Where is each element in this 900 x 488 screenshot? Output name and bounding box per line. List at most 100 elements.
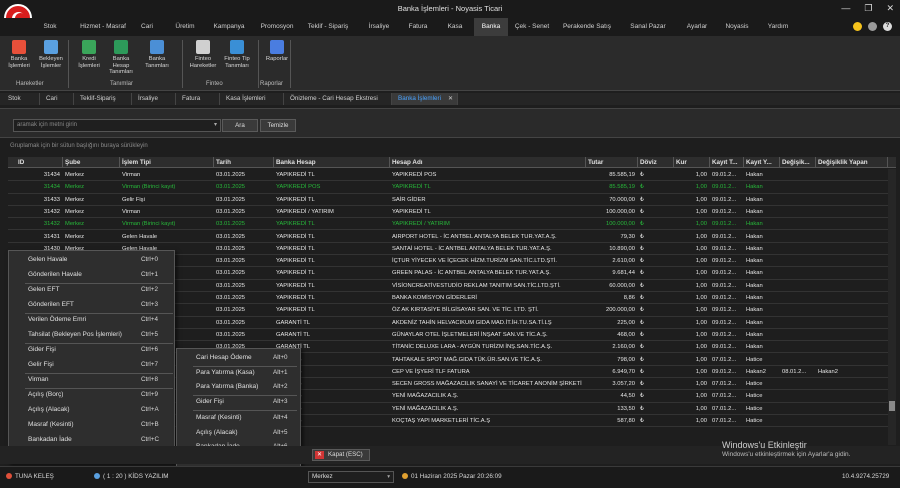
context-menu-item-9[interactable]: Açılış (Borç) Ctrl+9 <box>9 388 174 402</box>
column-header-5[interactable]: Hesap Adı <box>390 157 586 168</box>
cell-5: CEP VE İŞYERİ TLF FATURA <box>392 368 470 375</box>
column-header-11[interactable]: Değişik... <box>780 157 816 168</box>
context-menu-item-11[interactable]: Masraf (Kesinti) Ctrl+B <box>9 418 174 432</box>
table-row[interactable]: 31434 Merkez Virman 03.01.2025 YAPIKREDİ TL Y… <box>8 169 888 182</box>
column-header-0[interactable]: ID <box>16 157 63 168</box>
column-header-8[interactable]: Kur <box>674 157 710 168</box>
context-menu-item-1[interactable]: Gönderilen Havale Ctrl+1 <box>9 268 174 282</box>
context-menu-item-5[interactable]: Tahsilat (Bekleyen Pos İşlemleri) Ctrl+5 <box>9 328 174 342</box>
scrollbar-thumb[interactable] <box>889 401 895 411</box>
menu-tab-11[interactable]: Çek - Senet <box>510 18 554 36</box>
ribbon-button-1[interactable]: Bekleyen İşlemler <box>34 40 68 69</box>
branch-select[interactable]: Merkez ▾ <box>308 471 394 483</box>
submenu-item-4[interactable]: Masraf (Kesinti) Alt+4 <box>177 411 300 425</box>
context-menu-item-6[interactable]: Gider Fişi Ctrl+6 <box>9 343 174 357</box>
submenu-item-0[interactable]: Cari Hesap Ödeme Alt+0 <box>177 351 300 365</box>
column-header-12[interactable]: Değişiklik Yapan <box>816 157 888 168</box>
menu-item-label: Gelen EFT <box>28 286 60 293</box>
menu-tab-14[interactable]: Ayarlar <box>680 18 714 36</box>
context-menu-item-2[interactable]: Gelen EFT Ctrl+2 <box>9 283 174 297</box>
menu-tab-13[interactable]: Sanal Pazar <box>622 18 674 36</box>
menu-tab-8[interactable]: Fatura <box>402 18 434 36</box>
cell-10: Hakan <box>746 233 763 240</box>
search-button[interactable]: Ara <box>222 119 258 132</box>
chevron-down-icon[interactable]: ▾ <box>214 120 217 131</box>
menu-tab-15[interactable]: Noyasis <box>720 18 754 36</box>
doc-tab-5[interactable]: Kasa İşlemleri <box>220 93 284 105</box>
restore-button[interactable]: ❐ <box>864 3 872 14</box>
table-row[interactable]: 31432 Merkez Virman 03.01.2025 YAPIKREDİ / Y… <box>8 206 888 219</box>
theme-icon[interactable] <box>868 22 877 31</box>
cell-4: YAPIKREDİ TL <box>276 307 315 314</box>
submenu-item-2[interactable]: Para Yatırma (Banka) Alt+2 <box>177 380 300 394</box>
column-header-7[interactable]: Döviz <box>638 157 674 168</box>
menu-tab-2[interactable]: Cari <box>132 18 162 36</box>
submenu-item-5[interactable]: Açılış (Alacak) Alt+5 <box>177 426 300 440</box>
ribbon-button-7[interactable]: Raporlar <box>260 40 294 63</box>
table-row[interactable]: 31433 Merkez Gelir Fişi 03.01.2025 YAPIKREDİ… <box>8 194 888 206</box>
clear-button[interactable]: Temizle <box>260 119 296 132</box>
close-tab-icon[interactable]: ✕ <box>448 93 453 105</box>
cell-5: TİTANİC DELUXE LARA - AYGÜN TURİZM İNŞ.S… <box>392 344 553 351</box>
doc-tab-3[interactable]: İrsaliye <box>132 93 176 105</box>
column-header-4[interactable]: Banka Hesap <box>274 157 390 168</box>
smile-icon[interactable] <box>853 22 862 31</box>
cell-0: 31434 <box>43 184 60 191</box>
search-input[interactable]: aramak için metni girin ▾ <box>13 119 221 132</box>
close-window-button[interactable]: ✕ <box>886 3 894 14</box>
context-menu-item-8[interactable]: Virman Ctrl+8 <box>9 373 174 387</box>
context-menu-item-3[interactable]: Gönderilen EFT Ctrl+3 <box>9 298 174 312</box>
menu-tab-10[interactable]: Banka <box>474 18 508 36</box>
menu-tab-1[interactable]: Hizmet - Masraf <box>80 18 126 36</box>
menu-tab-12[interactable]: Perakende Satış <box>560 18 614 36</box>
menu-tab-6[interactable]: Teklif - Sipariş <box>304 18 352 36</box>
column-header-1[interactable]: Şube <box>63 157 120 168</box>
context-menu-item-12[interactable]: Bankadan İade Ctrl+C <box>9 433 174 447</box>
doc-tab-7[interactable]: Banka İşlemleri ✕ <box>392 93 458 105</box>
cell-10: Hatice <box>746 393 763 400</box>
column-header-10[interactable]: Kayıt Y... <box>744 157 780 168</box>
ribbon-button-0[interactable]: Banka İşlemleri <box>2 40 36 69</box>
menu-tab-16[interactable]: Yardım <box>760 18 796 36</box>
context-menu-item-10[interactable]: Açılış (Alacak) Ctrl+A <box>9 403 174 417</box>
submenu-item-1[interactable]: Para Yatırma (Kasa) Alt+1 <box>177 366 300 380</box>
ribbon-button-2[interactable]: Kredi İşlemleri <box>72 40 106 69</box>
chevron-down-icon[interactable]: ▾ <box>387 472 390 482</box>
minimize-button[interactable]: — <box>841 3 850 14</box>
doc-tab-0[interactable]: Stok <box>2 93 40 105</box>
context-menu-item-4[interactable]: Verilen Ödeme Emri Ctrl+4 <box>9 313 174 327</box>
cell-4: YAPIKREDİ TL <box>276 233 315 240</box>
column-header-6[interactable]: Tutar <box>586 157 638 168</box>
menu-tab-5[interactable]: Promosyon <box>256 18 298 36</box>
doc-tab-2[interactable]: Teklif-Sipariş <box>74 93 132 105</box>
menu-tab-3[interactable]: Üretim <box>168 18 202 36</box>
column-header-2[interactable]: İşlem Tipi <box>120 157 214 168</box>
table-row[interactable]: 31434 Merkez Virman (Birinci kayıt) 03.01.2… <box>8 181 888 194</box>
menu-tab-7[interactable]: İrsaliye <box>362 18 396 36</box>
cell-10: Hakan <box>746 196 763 203</box>
cell-9: 09.01.2... <box>712 172 737 178</box>
cell-6: 133,50 <box>617 405 635 412</box>
context-menu-item-7[interactable]: Gelir Fişi Ctrl+7 <box>9 358 174 372</box>
close-esc-button[interactable]: ✕ Kapat (ESC) <box>312 449 370 461</box>
table-row[interactable]: 31432 Merkez Virman (Birinci kayıt) 03.01.2… <box>8 218 888 231</box>
menu-tab-9[interactable]: Kasa <box>440 18 470 36</box>
menu-tab-0[interactable]: Stok <box>30 18 70 36</box>
doc-tab-4[interactable]: Fatura <box>176 93 220 105</box>
table-row[interactable]: 31431 Merkez Gelen Havale 03.01.2025 YAPIKRE… <box>8 231 888 243</box>
submenu-item-3[interactable]: Gider Fişi Alt+3 <box>177 395 300 409</box>
doc-tab-1[interactable]: Cari <box>40 93 74 105</box>
menu-tab-4[interactable]: Kampanya <box>208 18 250 36</box>
help-icon[interactable]: ? <box>883 22 892 31</box>
ribbon-button-6[interactable]: Finteo Tip Tanımları <box>220 40 254 69</box>
ribbon-button-4[interactable]: Banka Tanımları <box>140 40 174 69</box>
context-menu-item-0[interactable]: Gelen Havale Ctrl+0 <box>9 253 174 267</box>
ribbon-button-3[interactable]: Banka Hesap Tanımları <box>104 40 138 76</box>
ribbon-button-5[interactable]: Finteo Hareketler <box>186 40 220 69</box>
cell-9: 09.01.2... <box>712 270 737 277</box>
column-header-3[interactable]: Tarih <box>214 157 274 168</box>
vertical-scrollbar[interactable] <box>888 169 896 445</box>
doc-tab-6[interactable]: Önizleme - Cari Hesap Ekstresi <box>284 93 392 105</box>
cell-9: 09.01.2... <box>712 258 737 265</box>
column-header-9[interactable]: Kayıt T... <box>710 157 744 168</box>
